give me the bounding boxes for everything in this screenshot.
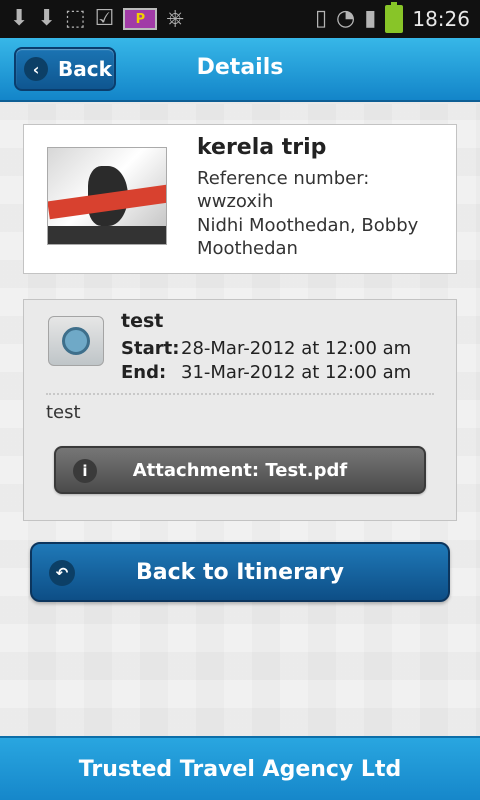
back-to-itinerary-label: Back to Itinerary: [136, 559, 344, 585]
back-to-itinerary-button[interactable]: ↶ Back to Itinerary: [30, 542, 450, 602]
details-content: kerela trip Reference number: wwzoxih Ni…: [0, 104, 480, 736]
battery-charging-icon: [385, 2, 404, 33]
event-title: test: [121, 310, 164, 332]
download-icon: ⬇: [37, 6, 56, 31]
footer-bar: Trusted Travel Agency Ltd: [0, 736, 480, 800]
event-end-label: End:: [121, 362, 167, 383]
event-start-row: Start: 28-Mar-2012 at 12:00 am: [121, 338, 411, 359]
lock-download-icon: ⬚: [64, 6, 86, 31]
globe-base-shape: [48, 226, 166, 244]
attachment-label: Attachment: Test.pdf: [132, 459, 348, 481]
event-end-row: End: 31-Mar-2012 at 12:00 am: [121, 362, 411, 383]
attachment-button[interactable]: i Attachment: Test.pdf: [54, 446, 426, 494]
event-divider: [46, 393, 434, 395]
usb-icon: ⎈: [166, 6, 185, 31]
top-navigation-bar: ‹ Back Details: [0, 38, 480, 102]
event-details-card: test Start: 28-Mar-2012 at 12:00 am End:…: [23, 299, 457, 521]
reference-number-value: wwzoxih: [197, 191, 274, 212]
trip-travelers: Nidhi Moothedan, Bobby Moothedan: [197, 215, 419, 259]
signal-icon: ▮: [364, 6, 377, 31]
check-icon: ☑: [94, 6, 115, 31]
trip-summary-card: kerela trip Reference number: wwzoxih Ni…: [23, 124, 457, 274]
event-start-label: Start:: [121, 338, 180, 359]
undo-arrow-icon: ↶: [49, 560, 75, 586]
film-reel-circle: [62, 327, 90, 355]
status-right-icons: ▯ ◔ ▮ 18:26: [314, 2, 470, 33]
page-title: Details: [196, 55, 284, 80]
trip-title: kerela trip: [197, 135, 327, 160]
film-reel-icon: [48, 316, 104, 366]
trip-globe-image: [47, 147, 167, 245]
event-note: test: [46, 402, 81, 423]
vibrate-icon: ▯: [314, 6, 328, 31]
event-end-value: 31-Mar-2012 at 12:00 am: [181, 362, 412, 383]
event-start-value: 28-Mar-2012 at 12:00 am: [181, 338, 412, 359]
reference-number-label: Reference number:: [197, 168, 370, 189]
status-left-icons: ⬇ ⬇ ⬚ ☑ P ⎈: [10, 8, 184, 30]
status-time: 18:26: [412, 7, 470, 31]
info-icon: i: [73, 459, 97, 483]
status-bar: ⬇ ⬇ ⬚ ☑ P ⎈ ▯ ◔ ▮ 18:26: [0, 0, 480, 38]
agency-name: Trusted Travel Agency Ltd: [78, 756, 402, 782]
wifi-icon: ◔: [336, 6, 356, 31]
p-app-icon: P: [123, 8, 158, 30]
download-icon: ⬇: [10, 6, 29, 31]
